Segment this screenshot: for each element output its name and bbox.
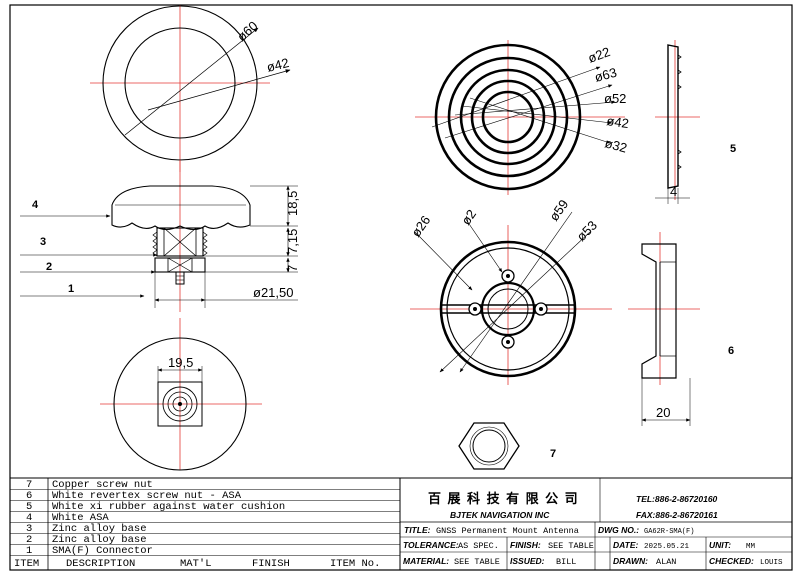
dim-d21-50: ø21,50 (253, 285, 293, 300)
dim-d42: ø42 (606, 113, 630, 131)
bom-header-desc: DESCRIPTION (66, 558, 135, 570)
drawn-label: DRAWN: (613, 556, 648, 566)
callout-2: 2 (46, 261, 52, 273)
material-value: SEE TABLE (454, 557, 500, 567)
bill-of-materials: 7 Copper screw nut 6 White revertex scre… (9, 477, 401, 571)
dim-19-5: 19,5 (168, 355, 193, 370)
side-view: 18,5 7,15 7 ø21,50 4 3 2 1 (20, 160, 300, 312)
company-name-en: BJTEK NAVIGATION INC (450, 510, 550, 520)
dim-d52: ø52 (604, 91, 626, 106)
engineering-drawing: ø60 ø42 18,5 7,15 7 ø21,50 4 3 2 1 19,5 … (9, 4, 793, 571)
issued-label: ISSUED: (510, 556, 545, 566)
bom-header-finish: FINISH (252, 558, 290, 570)
finish-value: SEE TABLE (548, 541, 594, 551)
title-value: GNSS Permanent Mount Antenna (436, 526, 579, 536)
part7-hex-nut: 7 (458, 422, 556, 470)
date-value: 2025.05.21 (644, 543, 690, 551)
dim-d22: ø22 (586, 44, 612, 66)
dim-d60: ø60 (234, 18, 261, 44)
callout-1: 1 (68, 283, 74, 295)
drawn-value: ALAN (656, 557, 676, 567)
date-label: DATE: (613, 540, 639, 550)
bom-item-1: 1 (26, 545, 32, 557)
material-label: MATERIAL: (403, 556, 449, 566)
dim-d2: ø2 (458, 207, 479, 228)
bom-desc-1: SMA(F) Connector (52, 545, 153, 557)
company-name-cn: 百 展 科 技 有 限 公 司 (428, 491, 579, 507)
company-tel: TEL:886-2-86720160 (636, 494, 718, 504)
dim-d63: ø63 (593, 65, 619, 85)
dim-7: 7 (285, 265, 300, 272)
dim-ring-4: 4 (670, 184, 677, 199)
checked-label: CHECKED: (709, 556, 754, 566)
company-fax: FAX:886-2-86720161 (636, 510, 718, 520)
unit-label: UNIT: (709, 540, 731, 550)
tolerance-label: TOLERANCE: (403, 540, 459, 550)
title-label: TITLE: (404, 525, 431, 535)
issued-value: BILL (556, 557, 576, 567)
title-block: 百 展 科 技 有 限 公 司 BJTEK NAVIGATION INC TEL… (399, 477, 793, 571)
tolerance-value: AS SPEC. (458, 541, 499, 551)
dim-d26: ø26 (408, 213, 433, 240)
dim-d42: ø42 (265, 55, 290, 75)
callout-5: 5 (730, 143, 736, 155)
dim-d32: ø32 (603, 135, 629, 155)
bottom-view: 19,5 (100, 318, 262, 471)
dwg-value: GA62R-SMA(F) (644, 528, 694, 536)
dwg-label: DWG NO.: (598, 525, 639, 535)
checked-value: LOUIS (760, 559, 783, 567)
bom-header-mat: MAT'L (180, 558, 212, 570)
bom-header-item: ITEM (14, 558, 39, 570)
top-view: ø60 ø42 (90, 5, 291, 172)
callout-6: 6 (728, 345, 734, 357)
part6-nut-view: ø26 ø2 ø59 ø53 20 6 (408, 197, 734, 426)
finish-label: FINISH: (510, 540, 541, 550)
bom-header-itemno: ITEM No. (330, 558, 380, 570)
unit-value: MM (746, 543, 756, 551)
dim-d53: ø53 (574, 218, 600, 244)
dim-18-5: 18,5 (285, 191, 300, 216)
dim-7-15: 7,15 (285, 229, 300, 254)
callout-4: 4 (32, 199, 39, 211)
part5-cushion-view: ø22 ø63 ø52 ø42 ø32 4 5 (415, 40, 736, 204)
dim-20: 20 (656, 405, 670, 420)
callout-7: 7 (550, 448, 556, 460)
callout-3: 3 (40, 236, 46, 248)
dim-d59: ø59 (546, 197, 571, 224)
